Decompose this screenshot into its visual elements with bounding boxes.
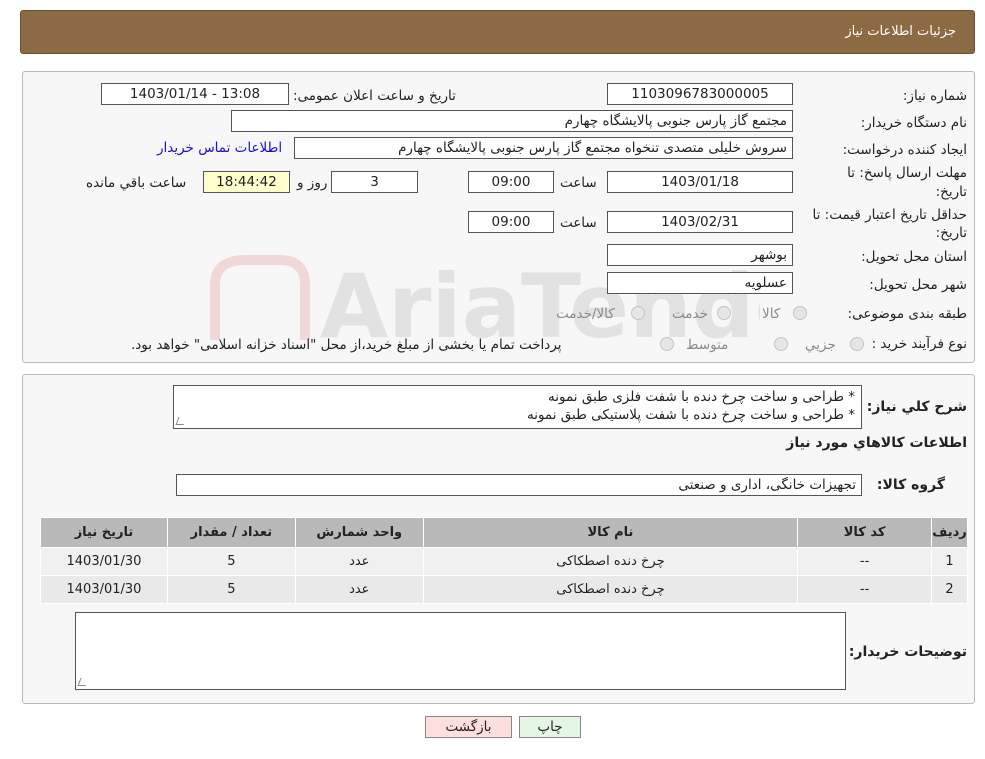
province-label: استان محل تحویل: xyxy=(861,249,967,265)
category-radio-service[interactable] xyxy=(717,306,731,320)
process-radio-minor[interactable] xyxy=(850,337,864,351)
price-validity-time-label: ساعت xyxy=(560,215,597,231)
description-line-1: * طراحی و ساخت چرخ دنده با شفت فلزی طبق … xyxy=(548,389,855,405)
goods-section-title: اطلاعات کالاهاي مورد نياز xyxy=(786,435,967,451)
cell-unit: عدد xyxy=(294,575,424,604)
col-header-need-date: تاريخ نياز xyxy=(40,517,168,548)
goods-group-field[interactable]: تجهیزات خانگی، اداری و صنعتی xyxy=(176,474,862,496)
col-header-unit: واحد شمارش xyxy=(294,517,424,548)
price-validity-time-field[interactable]: 09:00 xyxy=(468,211,554,233)
category-label: طبقه بندی موضوعی: xyxy=(847,306,967,322)
process-radio-medium[interactable] xyxy=(774,337,788,351)
col-header-row-number: رديف xyxy=(931,517,968,548)
col-header-item-name: نام کالا xyxy=(422,517,799,548)
deadline-time-label: ساعت xyxy=(560,175,597,191)
cell-quantity: 5 xyxy=(166,575,296,604)
cell-item-code: -- xyxy=(797,547,933,576)
cell-quantity: 5 xyxy=(166,547,296,576)
description-line-2: * طراحی و ساخت چرخ دنده با شفت پلاستیکی … xyxy=(526,407,855,423)
print-button[interactable]: چاپ xyxy=(519,716,581,738)
cell-unit: عدد xyxy=(294,547,424,576)
process-option-minor: جزیي xyxy=(805,337,836,353)
cell-need-date: 1403/01/30 xyxy=(40,547,168,576)
category-option-service: خدمت xyxy=(672,306,708,322)
announce-date-field[interactable]: 1403/01/14 - 13:08 xyxy=(101,83,289,105)
cell-item-name: چرخ دنده اصطکاکی xyxy=(422,547,799,576)
category-option-goods: کالا xyxy=(762,306,781,322)
price-validity-label: حداقل تاریخ اعتبار قیمت: تا xyxy=(812,207,967,223)
buyer-org-label: نام دستگاه خریدار: xyxy=(860,115,967,131)
cell-item-code: -- xyxy=(797,575,933,604)
need-number-field[interactable]: 1103096783000005 xyxy=(607,83,793,105)
city-field[interactable]: عسلويه xyxy=(607,272,793,294)
requester-field[interactable]: سروش خلیلی متصدی تنخواه مجتمع گاز پارس ج… xyxy=(294,137,793,159)
time-remaining-field[interactable]: 18:44:42 xyxy=(203,171,290,193)
buyer-contact-link[interactable]: اطلاعات تماس خریدار xyxy=(157,140,282,156)
days-remaining-field[interactable]: 3 xyxy=(331,171,418,193)
need-number-label: شماره نیاز: xyxy=(902,88,967,104)
category-radio-goods-service[interactable] xyxy=(631,306,645,320)
col-header-item-code: کد کالا xyxy=(797,517,933,548)
buyer-notes-textarea[interactable] xyxy=(75,612,846,690)
payment-note-icon xyxy=(660,337,674,351)
process-type-label: نوع فرآیند خرید : xyxy=(871,336,967,352)
announce-date-label: تاریخ و ساعت اعلان عمومی: xyxy=(293,88,456,104)
page-header: جزئیات اطلاعات نیاز xyxy=(20,10,975,54)
col-header-quantity: تعداد / مقدار xyxy=(166,517,296,548)
buyer-org-field[interactable]: مجتمع گاز پارس جنوبی پالایشگاه چهارم xyxy=(231,110,793,132)
cell-need-date: 1403/01/30 xyxy=(40,575,168,604)
category-option-goods-service: کالا/خدمت xyxy=(556,306,615,322)
description-label: شرح کلي نياز: xyxy=(866,399,967,415)
cell-row-number: 2 xyxy=(931,575,968,604)
deadline-date-field[interactable]: 1403/01/18 xyxy=(607,171,793,193)
process-option-medium: متوسط xyxy=(686,337,729,353)
cell-row-number: 1 xyxy=(931,547,968,576)
time-remaining-label: ساعت باقي مانده xyxy=(86,175,187,191)
deadline-time-field[interactable]: 09:00 xyxy=(468,171,554,193)
deadline-label: مهلت ارسال پاسخ: تا xyxy=(847,165,967,181)
description-textarea[interactable]: * طراحی و ساخت چرخ دنده با شفت فلزی طبق … xyxy=(173,385,862,429)
price-validity-date-field[interactable]: 1403/02/31 xyxy=(607,211,793,233)
table-row: 1 -- چرخ دنده اصطکاکی عدد 5 1403/01/30 xyxy=(40,547,968,576)
requester-label: ایجاد کننده درخواست: xyxy=(842,142,967,158)
page-title: جزئیات اطلاعات نیاز xyxy=(845,24,956,39)
table-row: 2 -- چرخ دنده اصطکاکی عدد 5 1403/01/30 xyxy=(40,575,968,604)
days-label: روز و xyxy=(297,175,328,191)
payment-note: پرداخت تمام یا بخشی از مبلغ خرید،از محل … xyxy=(131,337,562,353)
city-label: شهر محل تحویل: xyxy=(869,277,967,293)
back-button[interactable]: بازگشت xyxy=(425,716,512,738)
price-validity-label-date: تاریخ: xyxy=(935,225,967,241)
deadline-label-date: تاریخ: xyxy=(935,184,967,200)
goods-group-label: گروه کالا: xyxy=(876,477,945,493)
buyer-notes-label: توضیحات خریدار: xyxy=(848,644,967,660)
cell-item-name: چرخ دنده اصطکاکی xyxy=(422,575,799,604)
category-radio-goods[interactable] xyxy=(793,306,807,320)
table-header-row: رديف کد کالا نام کالا واحد شمارش تعداد /… xyxy=(40,517,968,548)
province-field[interactable]: بوشهر xyxy=(607,244,793,266)
goods-table: رديف کد کالا نام کالا واحد شمارش تعداد /… xyxy=(40,517,968,604)
